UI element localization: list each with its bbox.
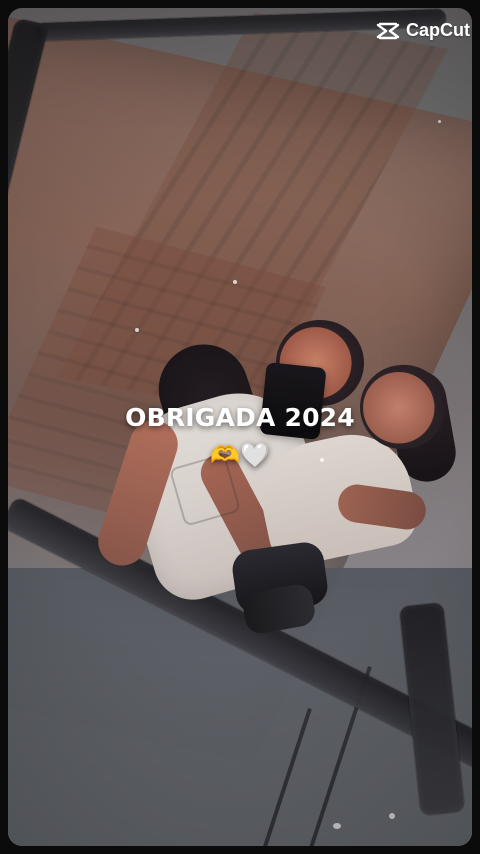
dust-spot: [233, 280, 237, 284]
dust-spot: [438, 120, 441, 123]
capcut-watermark: CapCut: [376, 20, 470, 41]
caption-emoji: 🫶🤍: [210, 440, 270, 469]
video-caption: OBRIGADA 2024 🫶🤍: [0, 403, 480, 469]
dust-spot: [135, 328, 139, 332]
video-frame: CapCut OBRIGADA 2024 🫶🤍: [0, 0, 480, 854]
dust-spot: [389, 813, 395, 819]
capcut-watermark-text: CapCut: [406, 20, 470, 40]
capcut-icon: [376, 22, 400, 40]
caption-title: OBRIGADA 2024: [125, 403, 355, 432]
dust-spot: [333, 823, 341, 829]
